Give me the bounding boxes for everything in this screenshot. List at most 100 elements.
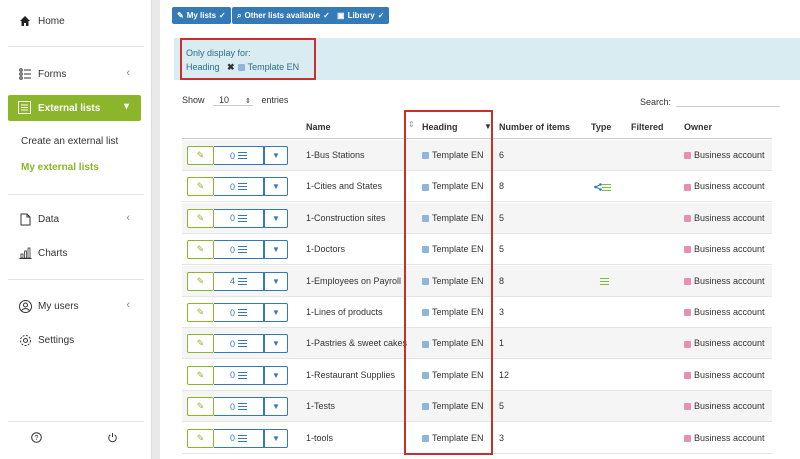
name-cell: 1-Construction sites bbox=[306, 212, 386, 223]
button-label: Library bbox=[347, 11, 375, 20]
list-icon bbox=[238, 277, 247, 285]
owner-value: Business account bbox=[694, 432, 765, 443]
name-cell: 1-Cities and States bbox=[306, 181, 383, 192]
sidebar-item-settings[interactable]: Settings bbox=[0, 329, 152, 351]
divider bbox=[8, 421, 144, 422]
color-square-icon bbox=[684, 246, 691, 254]
edit-button[interactable]: ✎ bbox=[187, 334, 214, 354]
owner-value: Business account bbox=[694, 369, 765, 380]
sidebar-item-label: Settings bbox=[38, 334, 75, 346]
items-count-button[interactable]: 0 bbox=[214, 146, 264, 165]
color-square-icon bbox=[684, 152, 691, 160]
search-input[interactable] bbox=[675, 95, 780, 107]
help-icon[interactable]: ? bbox=[31, 432, 42, 446]
owner-cell: Business account bbox=[684, 213, 765, 223]
row-actions-dropdown[interactable]: ▼ bbox=[264, 146, 288, 165]
edit-button[interactable]: ✎ bbox=[187, 428, 214, 448]
edit-button[interactable]: ✎ bbox=[187, 271, 214, 291]
filter-panel: Only display for: Heading ✖ Template EN bbox=[174, 38, 800, 80]
items-count-button[interactable]: 4 bbox=[214, 271, 264, 291]
sidebar-subitem-create-list[interactable]: Create an external list bbox=[21, 136, 118, 147]
owner-value: Business account bbox=[694, 401, 765, 412]
my-lists-button[interactable]: ✎ My lists ✓ bbox=[172, 7, 231, 24]
items-cell: 5 bbox=[499, 401, 505, 412]
share-icon bbox=[594, 183, 602, 191]
count-value: 0 bbox=[229, 370, 235, 381]
chevron-down-icon: ▾ bbox=[123, 101, 129, 112]
count-value: 0 bbox=[229, 181, 235, 192]
sidebar-item-forms[interactable]: Forms ‹ bbox=[0, 63, 152, 85]
sidebar-item-home[interactable]: Home bbox=[0, 10, 152, 32]
main-content: ✎ My lists ✓ ⌕ Other lists available ✓ ▣… bbox=[160, 0, 800, 459]
briefcase-icon: ▣ bbox=[337, 11, 345, 20]
row-actions-dropdown[interactable]: ▼ bbox=[264, 208, 288, 228]
items-count-button[interactable]: 0 bbox=[214, 428, 264, 448]
count-value: 0 bbox=[229, 338, 235, 349]
items-count-button[interactable]: 0 bbox=[214, 208, 264, 228]
sidebar-item-charts[interactable]: Charts bbox=[0, 242, 152, 264]
list-icon bbox=[238, 403, 247, 411]
edit-button[interactable]: ✎ bbox=[187, 146, 214, 165]
count-value: 0 bbox=[229, 244, 235, 255]
owner-cell: Business account bbox=[684, 401, 765, 411]
column-header-type[interactable]: Type bbox=[591, 122, 611, 132]
items-count-button[interactable]: 0 bbox=[214, 365, 264, 385]
edit-button[interactable]: ✎ bbox=[187, 303, 214, 322]
edit-button[interactable]: ✎ bbox=[187, 177, 214, 197]
row-actions-dropdown[interactable]: ▼ bbox=[264, 334, 288, 354]
column-header-items[interactable]: Number of items bbox=[499, 122, 570, 132]
forms-icon bbox=[18, 67, 32, 81]
caret-down-icon: ▼ bbox=[272, 213, 280, 223]
row-actions-dropdown[interactable]: ▼ bbox=[264, 303, 288, 322]
owner-cell: Business account bbox=[684, 244, 765, 254]
sidebar-item-external-lists[interactable]: External lists ▾ bbox=[8, 95, 141, 121]
items-cell: 5 bbox=[499, 244, 505, 255]
items-cell: 6 bbox=[499, 150, 505, 160]
heading-highlight-box bbox=[404, 110, 493, 455]
column-header-name[interactable]: Name bbox=[306, 122, 331, 132]
list-icon bbox=[238, 183, 247, 191]
column-header-owner[interactable]: Owner bbox=[684, 122, 712, 132]
other-lists-button[interactable]: ⌕ Other lists available ✓ bbox=[232, 7, 335, 24]
edit-button[interactable]: ✎ bbox=[187, 240, 214, 260]
row-actions-dropdown[interactable]: ▼ bbox=[264, 177, 288, 197]
column-header-filtered[interactable]: Filtered bbox=[631, 122, 664, 132]
pencil-icon: ✎ bbox=[196, 244, 205, 255]
edit-button[interactable]: ✎ bbox=[187, 397, 214, 417]
power-icon[interactable] bbox=[107, 432, 118, 446]
owner-cell: Business account bbox=[684, 276, 765, 286]
edit-button[interactable]: ✎ bbox=[187, 365, 214, 385]
color-square-icon bbox=[684, 371, 691, 379]
owner-value: Business account bbox=[694, 275, 765, 286]
edit-button[interactable]: ✎ bbox=[187, 208, 214, 228]
chevron-left-icon: ‹ bbox=[126, 299, 130, 311]
items-cell: 8 bbox=[499, 181, 505, 192]
items-count-button[interactable]: 0 bbox=[214, 397, 264, 417]
items-count-button[interactable]: 0 bbox=[214, 240, 264, 260]
row-actions-dropdown[interactable]: ▼ bbox=[264, 397, 288, 417]
pencil-icon: ✎ bbox=[196, 369, 205, 380]
items-count-button[interactable]: 0 bbox=[214, 303, 264, 322]
highlight-box bbox=[180, 38, 316, 80]
items-count-button[interactable]: 0 bbox=[214, 177, 264, 197]
row-actions-dropdown[interactable]: ▼ bbox=[264, 240, 288, 260]
pencil-icon: ✎ bbox=[196, 150, 205, 160]
caret-down-icon: ▼ bbox=[272, 402, 280, 412]
library-button[interactable]: ▣ Library ✓ bbox=[332, 7, 390, 24]
color-square-icon bbox=[684, 183, 691, 191]
sidebar-item-data[interactable]: Data ‹ bbox=[0, 208, 152, 230]
search-label: Search: bbox=[640, 97, 672, 107]
row-actions-dropdown[interactable]: ▼ bbox=[264, 428, 288, 448]
color-square-icon bbox=[684, 403, 691, 411]
sidebar-subitem-my-lists[interactable]: My external lists bbox=[21, 162, 99, 173]
list-icon bbox=[238, 309, 247, 316]
count-value: 0 bbox=[229, 433, 235, 444]
sidebar-item-my-users[interactable]: My users ‹ bbox=[0, 295, 152, 317]
items-cell: 1 bbox=[499, 338, 505, 349]
caret-down-icon: ▼ bbox=[272, 245, 280, 255]
row-actions-dropdown[interactable]: ▼ bbox=[264, 365, 288, 385]
count-value: 0 bbox=[229, 307, 235, 318]
row-actions-dropdown[interactable]: ▼ bbox=[264, 271, 288, 291]
owner-value: Business account bbox=[694, 338, 765, 349]
items-count-button[interactable]: 0 bbox=[214, 334, 264, 354]
